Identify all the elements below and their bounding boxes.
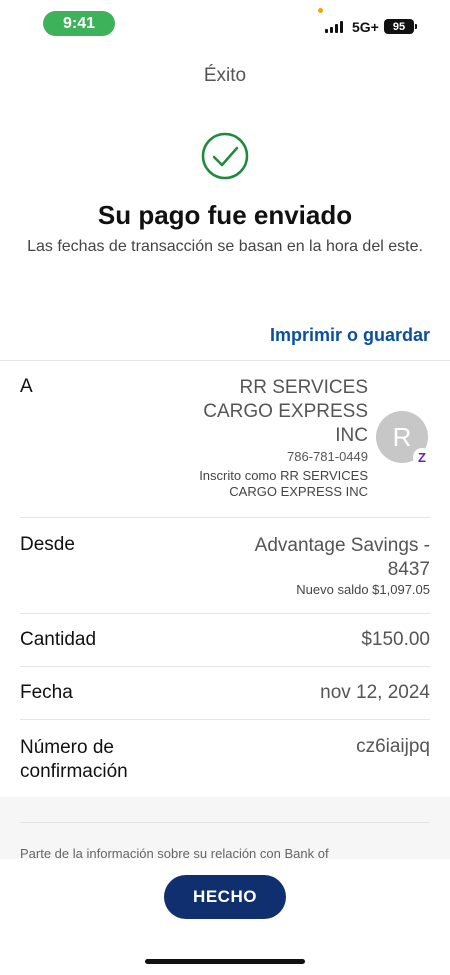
privacy-indicator-icon	[318, 8, 323, 13]
divider	[20, 666, 430, 667]
disclaimer-section: Parte de la información sobre su relació…	[0, 797, 450, 859]
footer: HECHO	[0, 859, 450, 975]
payee-name: RR SERVICES CARGO EXPRESS INC	[203, 377, 368, 446]
from-label: Desde	[20, 534, 75, 555]
payee-phone: 786-781-0449	[287, 449, 368, 464]
zelle-icon: Z	[413, 448, 431, 466]
amount-label: Cantidad	[20, 629, 97, 650]
check-circle-icon	[201, 132, 249, 180]
status-bar: 9:41 5G+ 95	[0, 0, 450, 46]
done-button[interactable]: HECHO	[164, 875, 286, 919]
payee-enrolled-as: Inscrito como RR SERVICES CARGO EXPRESS …	[199, 468, 368, 499]
date-value: nov 12, 2024	[320, 682, 430, 703]
to-label: A	[20, 376, 33, 397]
divider	[20, 719, 430, 720]
success-headline: Su pago fue enviado	[97, 200, 353, 230]
print-or-save-link[interactable]: Imprimir o guardar	[270, 325, 430, 346]
new-balance: Nuevo saldo $1,097.05	[296, 582, 430, 597]
disclaimer-text: Parte de la información sobre su relació…	[20, 846, 329, 859]
timezone-note: Las fechas de transacción se basan en la…	[27, 238, 423, 255]
page-title: Éxito	[203, 65, 247, 86]
confirmation-number-value: cz6iaijpq	[356, 736, 430, 757]
home-indicator[interactable]	[145, 959, 305, 964]
divider	[20, 822, 430, 823]
divider	[20, 613, 430, 614]
status-time: 9:41	[43, 11, 115, 36]
divider	[20, 517, 430, 518]
cellular-signal-icon	[325, 21, 343, 33]
from-account: Advantage Savings - 8437	[254, 535, 430, 580]
network-type: 5G+	[352, 19, 379, 35]
divider	[0, 360, 450, 361]
confirmation-number-label: Número de confirmación	[20, 737, 128, 782]
battery-icon: 95	[384, 19, 417, 34]
date-label: Fecha	[20, 682, 73, 703]
amount-value: $150.00	[361, 629, 430, 650]
